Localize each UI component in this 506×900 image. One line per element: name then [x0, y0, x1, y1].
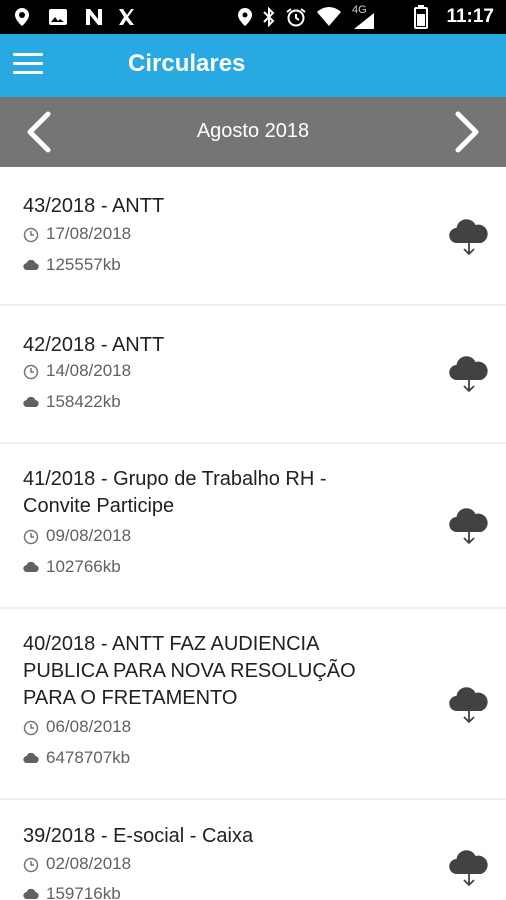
- list-item[interactable]: 39/2018 - E-social - Caixa 02/08/2018 15…: [0, 800, 506, 900]
- battery-icon: [414, 5, 428, 29]
- cloud-download-icon[interactable]: [448, 506, 490, 546]
- circular-title: 40/2018 - ANTT FAZ AUDIENCIA PUBLICA PAR…: [23, 633, 356, 709]
- cloud-download-icon[interactable]: [448, 217, 490, 257]
- chevron-right-icon[interactable]: [446, 111, 486, 153]
- hamburger-menu-icon[interactable]: [13, 53, 43, 77]
- location-icon: [238, 8, 252, 26]
- gallery-icon: [49, 9, 67, 25]
- alarm-icon: [286, 8, 306, 27]
- wifi-icon: [317, 7, 341, 27]
- clock-icon: [23, 857, 39, 873]
- cloud-download-icon[interactable]: [448, 354, 490, 394]
- page-title: Circulares: [128, 50, 246, 77]
- cloud-icon: [23, 752, 39, 764]
- circular-title: 42/2018 - ANTT: [23, 334, 165, 356]
- signal-icon: [354, 13, 374, 29]
- list-item[interactable]: 43/2018 - ANTT 17/08/2018 125557kb: [0, 167, 506, 304]
- app-notification-icon: [119, 9, 134, 25]
- circular-title: 41/2018 - Grupo de Trabalho RH - Convite…: [23, 468, 327, 517]
- clock-icon: [23, 720, 39, 736]
- app-bar: Circulares: [0, 34, 506, 97]
- location-pin-icon: [15, 8, 29, 26]
- n-notification-icon: [86, 9, 102, 25]
- clock-icon: [23, 227, 39, 243]
- status-time: 11:17: [446, 6, 494, 27]
- clock-icon: [23, 529, 39, 545]
- cloud-icon: [23, 561, 39, 573]
- circular-title: 39/2018 - E-social - Caixa: [23, 825, 254, 847]
- month-label: Agosto 2018: [196, 120, 310, 142]
- clock-icon: [23, 364, 39, 380]
- bluetooth-icon: [263, 7, 275, 27]
- list-item[interactable]: 41/2018 - Grupo de Trabalho RH - Convite…: [0, 444, 506, 607]
- cloud-icon: [23, 888, 39, 900]
- list-item[interactable]: 40/2018 - ANTT FAZ AUDIENCIA PUBLICA PAR…: [0, 609, 506, 798]
- list-item[interactable]: 42/2018 - ANTT 14/08/2018 158422kb: [0, 306, 506, 442]
- cloud-icon: [23, 259, 39, 271]
- cloud-download-icon[interactable]: [448, 685, 490, 725]
- cloud-download-icon[interactable]: [448, 848, 490, 888]
- status-bar: 4G 11:17: [0, 0, 506, 34]
- circular-title: 43/2018 - ANTT: [23, 195, 165, 217]
- cloud-icon: [23, 396, 39, 408]
- month-navigation: Agosto 2018: [0, 97, 506, 167]
